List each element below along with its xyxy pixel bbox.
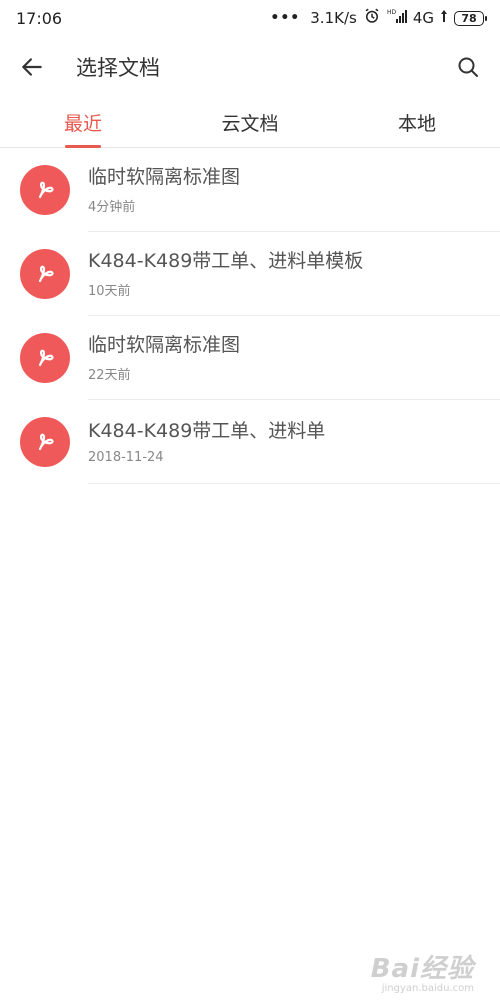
status-indicators: ••• 3.1K/s HD 4G 78 (270, 7, 487, 29)
file-time: 4分钟前 (88, 200, 136, 215)
list-item-text: 临时软隔离标准图 4分钟前 (88, 148, 500, 232)
page-title: 选择文档 (76, 56, 160, 80)
pdf-file-icon (20, 249, 70, 299)
app-bar: 选择文档 (0, 36, 500, 98)
file-name: 临时软隔离标准图 (88, 166, 241, 188)
search-button[interactable] (436, 36, 500, 98)
battery-icon: 78 (454, 10, 487, 26)
list-item[interactable]: 临时软隔离标准图 4分钟前 (0, 148, 500, 232)
list-item[interactable]: 临时软隔离标准图 22天前 (0, 316, 500, 400)
status-time: 17:06 (16, 8, 63, 28)
list-item[interactable]: K484-K489带工单、进料单 2018-11-24 (0, 400, 500, 484)
file-time: 10天前 (88, 284, 131, 299)
list-item[interactable]: K484-K489带工单、进料单模板 10天前 (0, 232, 500, 316)
tab-local[interactable]: 本地 (334, 98, 500, 147)
list-item-text: K484-K489带工单、进料单模板 10天前 (88, 232, 500, 316)
baidu-jingyan-watermark: Bai经验 jingyan.baidu.com (371, 948, 474, 994)
file-time: 22天前 (88, 368, 131, 383)
watermark-logo: Bai经验 (370, 954, 474, 984)
pdf-file-icon (20, 165, 70, 215)
file-name: K484-K489带工单、进料单 (88, 420, 326, 442)
list-item-text: 临时软隔离标准图 22天前 (88, 316, 500, 400)
search-icon (458, 57, 478, 77)
alarm-icon (363, 7, 381, 29)
list-item-text: K484-K489带工单、进料单 2018-11-24 (88, 400, 500, 484)
arrow-left-icon (22, 58, 42, 76)
file-time: 2018-11-24 (88, 450, 164, 465)
back-button[interactable] (0, 36, 64, 98)
file-name: K484-K489带工单、进料单模板 (88, 250, 364, 272)
network-speed: 3.1K/s (310, 9, 357, 27)
watermark-url: jingyan.baidu.com (381, 983, 474, 994)
network-type: 4G (412, 9, 434, 27)
tab-cloud-docs[interactable]: 云文档 (166, 98, 334, 147)
screen: 17:06 ••• 3.1K/s HD 4G 78 选择文档 最近 云文档 本地… (0, 0, 500, 1000)
notification-dots: ••• (270, 10, 301, 26)
tab-bar: 最近 云文档 本地 (0, 98, 500, 148)
battery-level: 78 (461, 11, 477, 25)
file-name: 临时软隔离标准图 (88, 334, 241, 356)
wifi-up-icon (440, 9, 448, 27)
svg-text:HD: HD (387, 9, 397, 16)
status-bar: 17:06 ••• 3.1K/s HD 4G 78 (0, 0, 500, 36)
file-list: 临时软隔离标准图 4分钟前 K484-K489带工单、进料单模板 10天前 临时… (0, 148, 500, 484)
tab-recent[interactable]: 最近 (0, 98, 166, 148)
pdf-file-icon (20, 417, 70, 467)
pdf-file-icon (20, 333, 70, 383)
signal-icon: HD (387, 8, 407, 28)
